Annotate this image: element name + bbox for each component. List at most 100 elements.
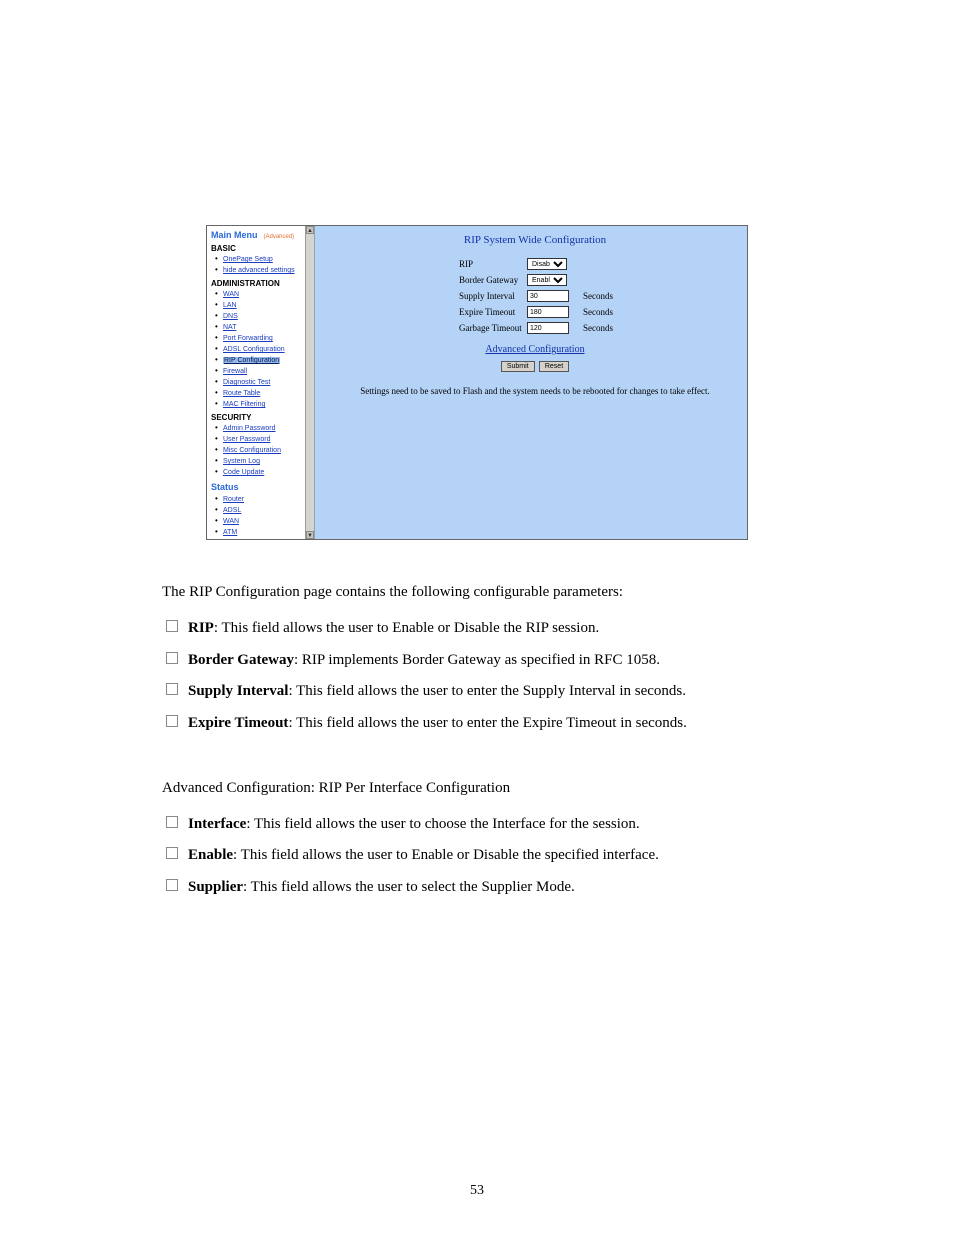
sidebar-item[interactable]: Admin Password: [215, 423, 310, 434]
seconds-unit: Seconds: [583, 323, 613, 333]
bullet-text: Supply Interval: This field allows the u…: [188, 679, 686, 704]
bullet-item: Interface: This field allows the user to…: [162, 811, 792, 837]
sidebar-item[interactable]: DNS: [215, 311, 310, 322]
sidebar-item[interactable]: System Log: [215, 456, 310, 467]
scrollbar[interactable]: ▲ ▼: [305, 226, 314, 539]
sidebar-item[interactable]: User Password: [215, 434, 310, 445]
sidebar-link[interactable]: ADSL: [223, 507, 241, 514]
advanced-heading-line: Advanced Configuration: RIP Per Interfac…: [162, 776, 792, 801]
bullet-text: Interface: This field allows the user to…: [188, 812, 640, 837]
intro-paragraph: The RIP Configuration page contains the …: [162, 580, 792, 605]
sidebar-item[interactable]: Firewall: [215, 366, 310, 377]
sidebar-link[interactable]: ATM: [223, 529, 237, 536]
sidebar-link[interactable]: Admin Password: [223, 425, 276, 432]
sidebar-item[interactable]: ATM: [215, 527, 310, 538]
bullet-text: Expire Timeout: This field allows the us…: [188, 711, 687, 736]
sidebar-category: SECURITY: [211, 413, 310, 422]
sidebar-link[interactable]: Diagnostic Test: [223, 379, 270, 386]
garbage-timeout-label: Garbage Timeout: [459, 323, 527, 333]
sidebar-link[interactable]: WAN: [223, 518, 239, 525]
sidebar-item[interactable]: Port Forwarding: [215, 333, 310, 344]
sidebar-link[interactable]: DNS: [223, 313, 238, 320]
expire-timeout-input[interactable]: [527, 306, 569, 318]
sidebar-item[interactable]: Code Update: [215, 467, 310, 478]
sidebar-link[interactable]: User Password: [223, 436, 270, 443]
sidebar-category: BASIC: [211, 244, 310, 253]
bullet-text: Border Gateway: RIP implements Border Ga…: [188, 648, 660, 673]
bullet-icon: [166, 620, 178, 632]
sidebar-link[interactable]: Misc Configuration: [223, 447, 281, 454]
sidebar-item[interactable]: TCP connections: [215, 538, 310, 539]
sidebar-item[interactable]: LAN: [215, 300, 310, 311]
sidebar-link[interactable]: Route Table: [223, 390, 260, 397]
sidebar-link[interactable]: Code Update: [223, 469, 264, 476]
sidebar-link[interactable]: ADSL Configuration: [223, 346, 285, 353]
bullet-icon: [166, 879, 178, 891]
reset-button[interactable]: Reset: [539, 361, 569, 372]
sidebar-item[interactable]: Diagnostic Test: [215, 377, 310, 388]
document-body: The RIP Configuration page contains the …: [162, 580, 792, 900]
sidebar-item[interactable]: WAN: [215, 516, 310, 527]
sidebar-link[interactable]: Firewall: [223, 368, 247, 375]
seconds-unit: Seconds: [583, 307, 613, 317]
sidebar: Main Menu (Advanced) BASIC OnePage Setup h…: [207, 226, 315, 539]
save-reboot-note: Settings need to be saved to Flash and t…: [323, 386, 747, 396]
status-heading: Status: [211, 482, 310, 492]
rip-select[interactable]: Disabled: [527, 258, 567, 270]
bullet-icon: [166, 715, 178, 727]
seconds-unit: Seconds: [583, 291, 613, 301]
bullet-icon: [166, 683, 178, 695]
sidebar-link[interactable]: Port Forwarding: [223, 335, 273, 342]
sidebar-link[interactable]: WAN: [223, 291, 239, 298]
bullet-text: RIP: This field allows the user to Enabl…: [188, 616, 599, 641]
advanced-config-link[interactable]: Advanced Configuration: [485, 344, 584, 355]
bullet-icon: [166, 847, 178, 859]
garbage-timeout-input[interactable]: [527, 322, 569, 334]
sidebar-link[interactable]: hide advanced settings: [223, 267, 295, 274]
supply-interval-input[interactable]: [527, 290, 569, 302]
scroll-up-icon[interactable]: ▲: [306, 226, 314, 234]
scroll-down-icon[interactable]: ▼: [306, 531, 314, 539]
sidebar-link[interactable]: NAT: [223, 324, 236, 331]
sidebar-item[interactable]: OnePage Setup: [215, 254, 310, 265]
sidebar-link[interactable]: LAN: [223, 302, 237, 309]
bullet-item: RIP: This field allows the user to Enabl…: [162, 615, 792, 641]
sidebar-item[interactable]: Misc Configuration: [215, 445, 310, 456]
sidebar-link[interactable]: MAC Filtering: [223, 401, 265, 408]
sidebar-link[interactable]: OnePage Setup: [223, 256, 273, 263]
page-number: 53: [0, 1183, 954, 1199]
sidebar-link[interactable]: Router: [223, 496, 244, 503]
sidebar-item[interactable]: ADSL: [215, 505, 310, 516]
sidebar-category: ADMINISTRATION: [211, 279, 310, 288]
bullet-item: Supply Interval: This field allows the u…: [162, 678, 792, 704]
sidebar-item[interactable]: NAT: [215, 322, 310, 333]
bullet-text: Supplier: This field allows the user to …: [188, 875, 575, 900]
sidebar-link[interactable]: System Log: [223, 458, 260, 465]
main-menu-sub: (Advanced): [264, 234, 295, 240]
router-admin-ui: Main Menu (Advanced) BASIC OnePage Setup h…: [206, 225, 748, 540]
border-gateway-select[interactable]: Enabled: [527, 274, 567, 286]
sidebar-item[interactable]: WAN: [215, 289, 310, 300]
rip-label: RIP: [459, 259, 527, 269]
bullet-item: Enable: This field allows the user to En…: [162, 842, 792, 868]
supply-interval-label: Supply Interval: [459, 291, 527, 301]
sidebar-item[interactable]: ADSL Configuration: [215, 344, 310, 355]
sidebar-item[interactable]: hide advanced settings: [215, 265, 310, 276]
bullet-icon: [166, 652, 178, 664]
sidebar-item[interactable]: Route Table: [215, 388, 310, 399]
main-menu-title: Main Menu: [211, 230, 258, 240]
bullet-item: Expire Timeout: This field allows the us…: [162, 710, 792, 736]
sidebar-item[interactable]: MAC Filtering: [215, 399, 310, 410]
content-pane: RIP System Wide Configuration RIP Disabl…: [323, 226, 747, 539]
border-gateway-label: Border Gateway: [459, 275, 527, 285]
submit-button[interactable]: Submit: [501, 361, 535, 372]
sidebar-item[interactable]: Router: [215, 494, 310, 505]
sidebar-item[interactable]: RIP Configuration: [215, 355, 310, 366]
bullet-item: Border Gateway: RIP implements Border Ga…: [162, 647, 792, 673]
sidebar-link[interactable]: RIP Configuration: [223, 357, 280, 364]
expire-timeout-label: Expire Timeout: [459, 307, 527, 317]
bullet-text: Enable: This field allows the user to En…: [188, 843, 659, 868]
page-title: RIP System Wide Configuration: [323, 234, 747, 246]
bullet-icon: [166, 816, 178, 828]
bullet-item: Supplier: This field allows the user to …: [162, 874, 792, 900]
